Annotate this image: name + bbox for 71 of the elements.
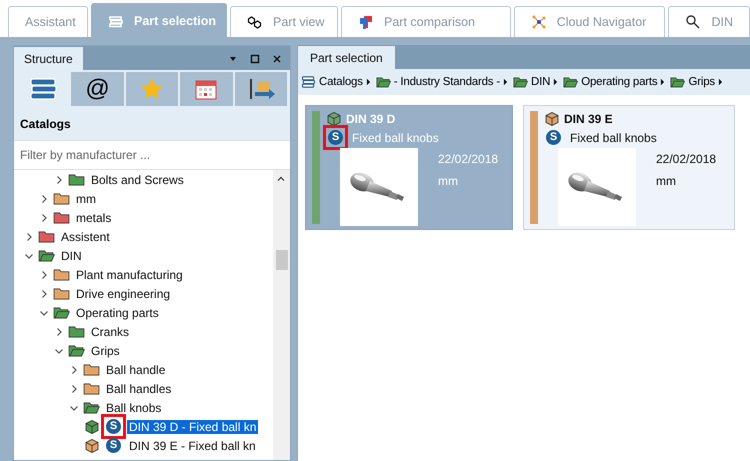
cube-icon <box>544 111 560 127</box>
triangle-icon[interactable] <box>366 78 371 86</box>
standard-badge: S <box>328 130 343 145</box>
panel-tab[interactable]: Part selection <box>298 46 395 69</box>
folder-icon <box>376 76 391 88</box>
close-icon[interactable] <box>272 54 282 64</box>
tree-item[interactable]: Assistent <box>59 230 112 244</box>
breadcrumb-item[interactable]: DIN <box>512 76 558 88</box>
part-card[interactable]: DIN 39 D S Fixed ball knobs 22/02/2018 mm <box>305 105 513 230</box>
tree-item[interactable]: Drive engineering <box>74 286 172 300</box>
scrollbar[interactable] <box>273 170 290 460</box>
unit-text: mm <box>438 174 459 188</box>
maximize-icon[interactable] <box>250 54 260 64</box>
breadcrumb-item[interactable]: Operating parts <box>563 76 666 88</box>
date-text: 22/02/2018 <box>656 152 716 166</box>
breadcrumb-item[interactable]: Grips <box>670 76 723 88</box>
section-heading: Catalogs <box>19 116 72 133</box>
cubes-icon <box>247 14 263 30</box>
tree-item[interactable]: Operating parts <box>74 306 161 320</box>
date-text: 22/02/2018 <box>438 152 498 166</box>
tree-item[interactable]: Ball handle <box>104 362 168 376</box>
tree-item[interactable]: Bolts and Screws <box>89 172 186 186</box>
caret-icon[interactable] <box>39 270 49 280</box>
breadcrumb-item[interactable]: Catalogs <box>301 76 371 88</box>
search-icon <box>685 14 702 30</box>
folder-icon <box>512 76 528 88</box>
toolbar-button[interactable] <box>180 72 233 106</box>
tree-item[interactable]: metals <box>74 210 114 224</box>
folder-icon <box>563 76 578 88</box>
caret-icon[interactable] <box>54 174 64 184</box>
toolbar-button[interactable]: @ <box>71 72 124 106</box>
panel-tab[interactable]: Structure <box>14 47 83 70</box>
tree-item[interactable]: DIN 39 E - Fixed ball kn <box>127 438 258 452</box>
part-card[interactable]: DIN 39 E S Fixed ball knobs 22/02/2018 mm <box>523 105 735 230</box>
caret-icon[interactable] <box>39 288 49 298</box>
tree-item[interactable]: Cranks <box>89 324 132 338</box>
standard-badge: S <box>106 419 121 434</box>
caret-icon[interactable] <box>24 232 34 242</box>
shapes-icon <box>358 14 374 30</box>
standard-badge: S <box>546 130 561 145</box>
triangle-icon[interactable] <box>660 78 666 86</box>
part-title: DIN 39 D <box>346 112 396 126</box>
books-icon <box>28 76 58 102</box>
tree-item[interactable]: Grips <box>89 344 122 358</box>
caret-icon[interactable] <box>39 194 49 204</box>
standard-badge: S <box>106 438 121 453</box>
tree-item[interactable]: Plant manufacturing <box>74 268 185 282</box>
network-icon <box>530 14 547 30</box>
triangle-icon[interactable] <box>553 78 558 86</box>
tree-item[interactable]: Ball handles <box>104 382 174 396</box>
caret-icon[interactable] <box>39 212 49 222</box>
triangle-icon[interactable] <box>502 78 508 86</box>
part-description: Fixed ball knobs <box>570 130 657 144</box>
caret-icon[interactable] <box>54 326 64 336</box>
triangle-icon[interactable] <box>718 78 723 86</box>
part-title: DIN 39 E <box>564 112 613 126</box>
part-description: Fixed ball knobs <box>352 130 439 144</box>
caret-icon[interactable] <box>69 384 79 394</box>
books-icon <box>301 76 316 88</box>
cube-icon <box>326 111 342 127</box>
breadcrumb-item[interactable]: - Industry Standards - <box>376 76 508 88</box>
caret-icon[interactable] <box>69 364 79 374</box>
tree-item[interactable]: mm <box>74 192 98 206</box>
folder-icon <box>670 76 686 88</box>
tree-item[interactable]: DIN <box>59 248 84 262</box>
unit-text: mm <box>656 174 677 188</box>
filter-field[interactable]: Filter by manufacturer ... <box>14 140 290 170</box>
tree-item[interactable]: DIN 39 D - Fixed ball kn <box>127 420 258 434</box>
scroll-thumb[interactable] <box>276 250 288 270</box>
toolbar-button[interactable] <box>234 72 288 106</box>
tree-item[interactable]: Ball knobs <box>104 400 164 414</box>
